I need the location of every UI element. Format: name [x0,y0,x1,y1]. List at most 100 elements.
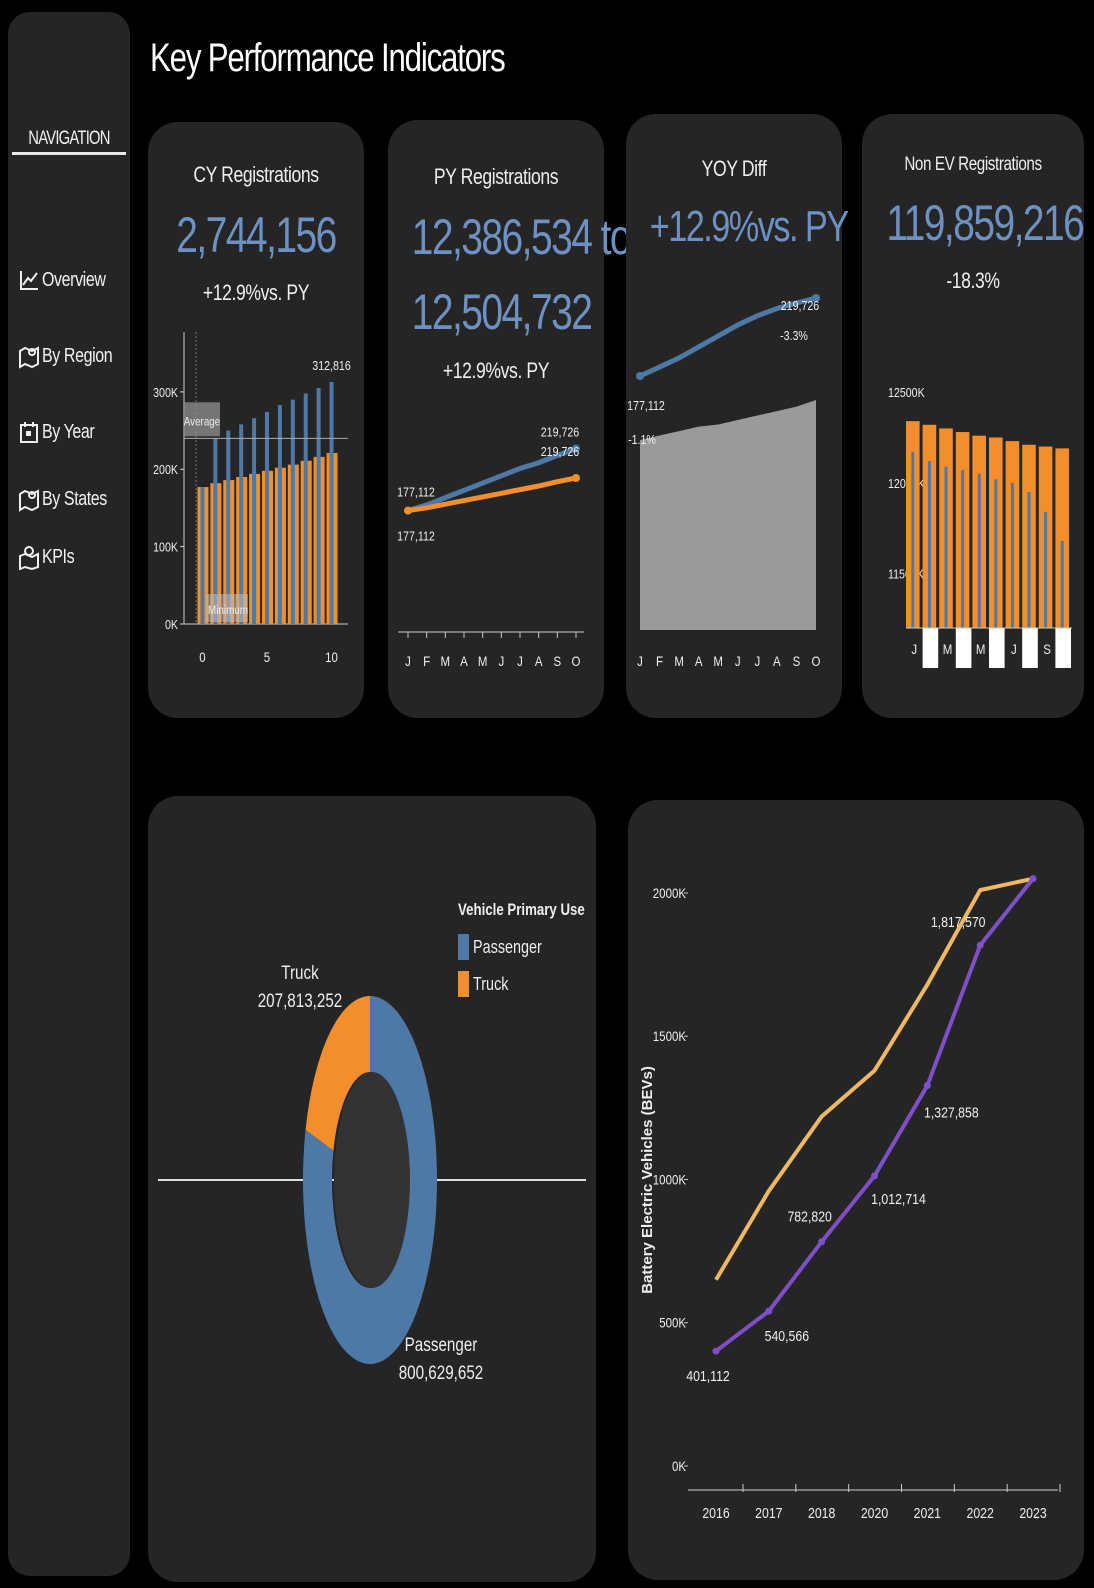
y-tick-label: 500K [659,1315,686,1331]
bar-blue [927,461,931,628]
truck-slice-label: Truck 207,813,252 [252,960,348,1016]
y-axis-label: Battery Electric Vehicles (BEVs) [639,1066,656,1294]
series-point [404,506,412,515]
x-tick-label: J [1011,641,1017,657]
x-tick-label: 2021 [914,1505,941,1521]
y-tick-label: 2000K [653,885,687,901]
x-tick-label: M [674,653,684,669]
minimum-label: Minimum [208,604,248,617]
map-icon [19,346,39,369]
legend-title: Vehicle Primary Use [458,900,585,919]
series-point [765,1307,773,1315]
x-tick-label: F [656,653,663,669]
bar-blue [977,473,981,628]
axis-band [989,628,1005,668]
bar-blue [1010,482,1014,628]
x-tick-label: J [517,653,523,669]
bar-blue [911,452,915,628]
x-tick-label: J [637,653,643,669]
nav-item-label: By Region [42,344,113,367]
bar-blue [961,470,965,628]
navigation-panel: NAVIGATION Overview By Region By Year By… [8,12,130,1576]
x-tick-label: 2018 [808,1505,836,1521]
bar-blue [1044,511,1048,628]
nav-title: NAVIGATION [28,128,110,149]
page-title: Key Performance Indicators [150,36,506,80]
bar-blue [303,393,308,624]
x-tick-label: M [441,653,451,669]
nav-item-label: KPIs [42,545,75,568]
data-label: 782,820 [787,1209,832,1225]
nav-divider [12,152,126,155]
data-label: 1,817,570 [931,914,986,930]
axis-band [922,628,939,668]
nav-item-kpis[interactable]: KPIs [18,539,128,575]
x-tick-label: J [735,653,741,669]
data-label: 219,726 [541,425,580,440]
x-tick-label: A [773,653,781,669]
nav-item-by-region[interactable]: By Region [18,338,128,374]
py-registrations-card: PY Registrations 12,386,534 to 12,504,73… [388,120,632,718]
purple-series-line [714,877,1035,1353]
y-tick-label: 200K [153,462,178,477]
calendar-icon [20,422,38,443]
data-label: 312,816 [312,358,351,373]
bev-line-card: 0K 500K 1000K 1500K 2000K 2016 2017 2018 2020 202… [628,800,1084,1580]
x-tick-label: A [460,653,468,669]
nav-item-overview[interactable]: Overview [18,262,128,298]
x-tick-label: O [572,653,581,669]
x-tick-label: M [478,653,488,669]
nav-item-by-year[interactable]: By Year [18,414,128,450]
nav-item-by-states[interactable]: By States [18,481,128,517]
bar-blue [1027,491,1031,628]
y-tick-label: 300K [153,385,178,400]
legend-item-passenger[interactable]: Passenger [458,934,559,960]
x-tick-label: 2023 [1019,1505,1047,1521]
x-tick-label: 2017 [755,1505,782,1521]
bar-blue [252,418,257,624]
yoy-area [640,400,816,630]
map-icon [19,489,39,512]
series-point [572,474,580,482]
series-point [871,1172,878,1180]
x-tick-label: O [812,653,821,669]
x-tick-label: J [754,653,760,669]
legend-swatch [458,934,469,960]
map-pin-icon [19,546,39,570]
nav-item-label: By States [42,487,107,510]
x-tick-label: S [554,653,562,669]
data-label: 219,726 [781,298,820,313]
average-label: Average [184,415,220,428]
slice-name: Truck [281,963,319,984]
x-tick-label: 2020 [861,1505,889,1521]
cy-registrations-card: CY Registrations 2,744,156 +12.9%vs. PY … [148,122,364,718]
py-line-chart: J F M A M J J A S O177,112219,726219,726177,112 [397,425,584,669]
yoy-line-area-chart: J F M A M J J A S O219,726-3.3%177,112-1.1% [627,294,821,669]
bar-blue [994,479,998,628]
data-label: 219,726 [541,444,580,459]
slice-value: 207,813,252 [257,991,343,1012]
axis-band [955,628,972,668]
line-chart-icon [20,271,38,290]
x-tick-label: 2022 [966,1505,993,1521]
x-tick-label: J [911,641,917,657]
x-tick-label: A [695,653,703,669]
data-label: 401,112 [686,1368,730,1384]
passenger-slice-label: Passenger 800,629,652 [389,1332,493,1388]
bar-blue [329,381,334,624]
slice-name: Passenger [404,1335,478,1356]
data-label: 540,566 [765,1328,810,1344]
legend-label: Truck [473,973,509,994]
legend-swatch [458,971,469,997]
data-label: -1.1% [628,432,656,447]
legend-item-truck[interactable]: Truck [458,971,517,997]
data-label: 177,112 [627,398,665,413]
series-point [636,372,644,380]
axis-band [1022,628,1038,668]
y-tick-label: 100K [153,540,178,555]
x-tick-label: 0 [199,649,205,665]
bar-blue [1060,540,1064,628]
x-tick-label: F [423,653,430,669]
x-tick-label: A [535,653,543,669]
x-tick-label: M [943,641,953,657]
